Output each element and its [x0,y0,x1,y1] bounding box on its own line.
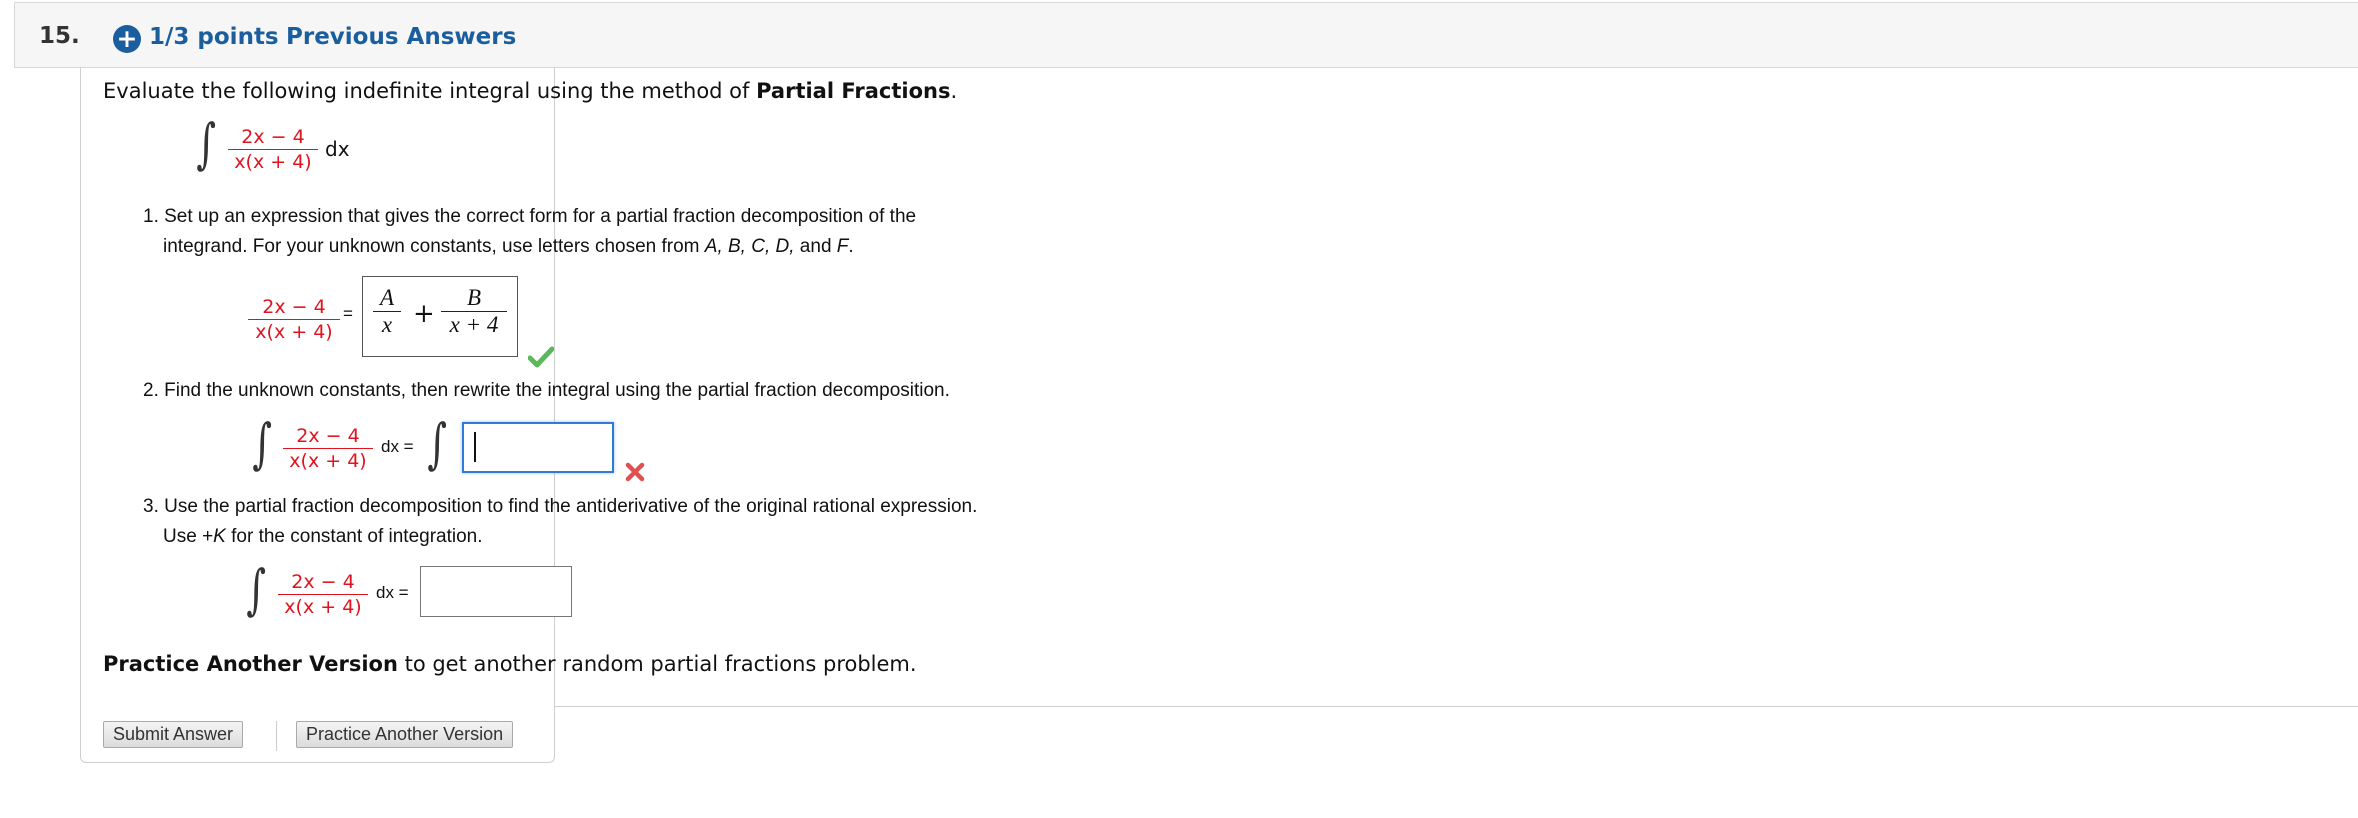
step3-line2: Use +K for the constant of integration. [163,526,483,547]
incorrect-x-icon [625,462,645,482]
question-intro: Evaluate the following indefinite integr… [103,79,958,103]
question-number: 15. [39,23,80,49]
integrand-fraction: 2x − 4 x(x + 4) [228,126,318,173]
step2-integrand-fraction: 2x − 4 x(x + 4) [283,425,373,472]
practice-another-version-button[interactable]: Practice Another Version [296,721,514,748]
step1-line2: integrand. For your unknown constants, u… [163,236,854,257]
previous-answers-link[interactable]: Previous Answers [286,24,516,50]
integral-sign-icon: ∫ [252,412,272,475]
step1-integrand-fraction: 2x − 4 x(x + 4) [248,296,340,343]
correct-checkmark-icon [528,346,554,368]
button-separator [276,721,277,751]
points-label: 1/3 points [149,24,279,50]
submit-answer-button[interactable]: Submit Answer [103,721,244,748]
step3-line1: 3. Use the partial fraction decompositio… [143,496,978,517]
integral-sign-icon: ∫ [427,412,447,475]
integrand-dx: dx [325,137,350,161]
step3-answer-input[interactable] [420,566,572,617]
integral-sign-icon: ∫ [196,112,216,175]
expand-plus-icon[interactable]: + [113,25,141,53]
integral-sign-icon: ∫ [246,558,266,621]
text-caret [474,432,476,462]
step1-equals: = [343,304,353,323]
step2-answer-input[interactable] [462,422,614,473]
panel-divider [555,706,2358,707]
step2-text: 2. Find the unknown constants, then rewr… [143,380,950,401]
step2-dx-equals: dx = [381,437,414,456]
step3-dx-equals: dx = [376,583,409,602]
step1-line1: 1. Set up an expression that gives the c… [143,206,917,227]
step3-integrand-fraction: 2x − 4 x(x + 4) [278,571,368,618]
question-header: 15. + 1/3 points Previous Answers [14,2,2358,68]
step1-answer-box[interactable]: A x + B x + 4 [362,276,518,357]
answer-plus: + [413,299,435,329]
intro-bold: Partial Fractions [756,79,951,103]
practice-note: Practice Another Version to get another … [103,652,917,676]
answer-fraction-b: B x + 4 [441,285,507,338]
answer-fraction-a: A x [373,285,401,338]
